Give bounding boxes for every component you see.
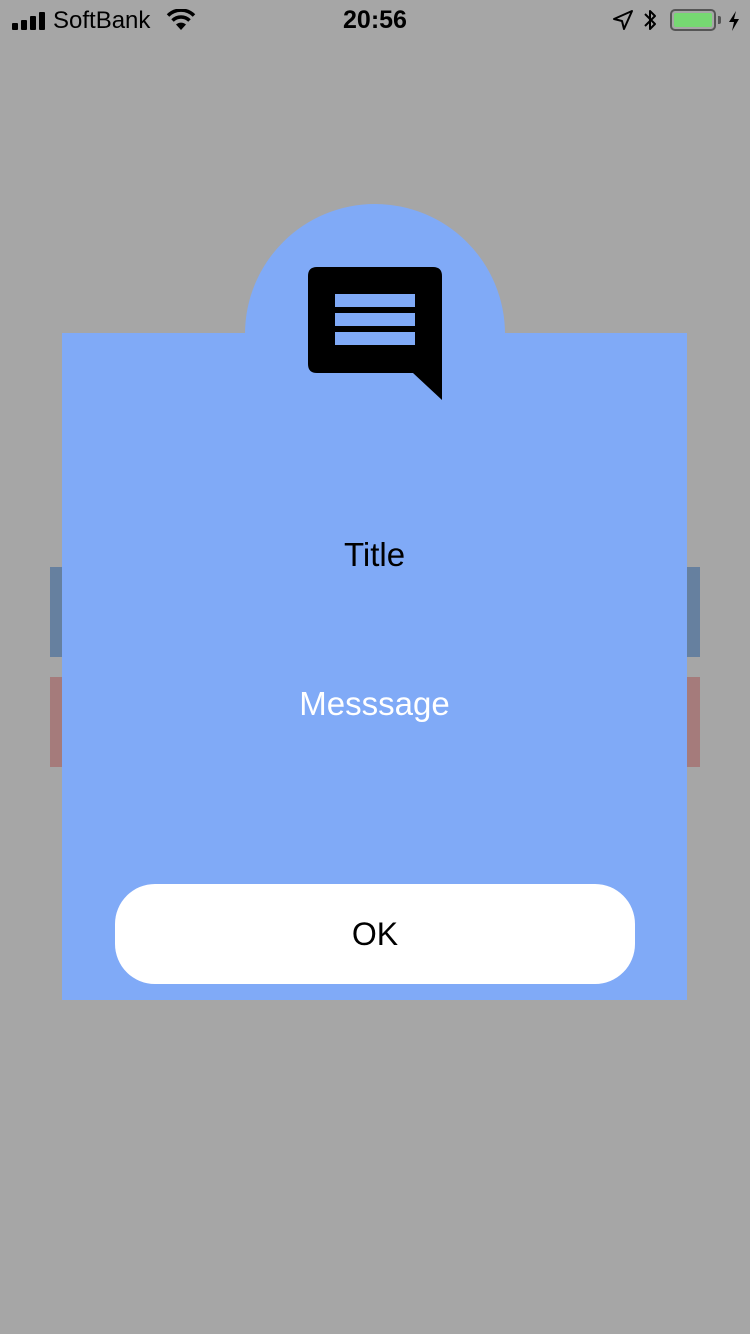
status-bar: SoftBank 20:56 <box>0 0 750 40</box>
message-icon <box>308 267 442 400</box>
battery-icon <box>670 9 716 31</box>
location-icon <box>613 10 633 30</box>
dialog-message: Messsage <box>299 685 450 722</box>
dialog-title: Title <box>343 536 406 573</box>
bluetooth-icon <box>644 10 656 30</box>
ok-button[interactable]: OK <box>115 884 635 984</box>
status-time: 20:56 <box>343 6 407 34</box>
battery-cap <box>718 16 721 24</box>
battery-level <box>674 13 712 27</box>
charging-icon <box>729 11 739 31</box>
